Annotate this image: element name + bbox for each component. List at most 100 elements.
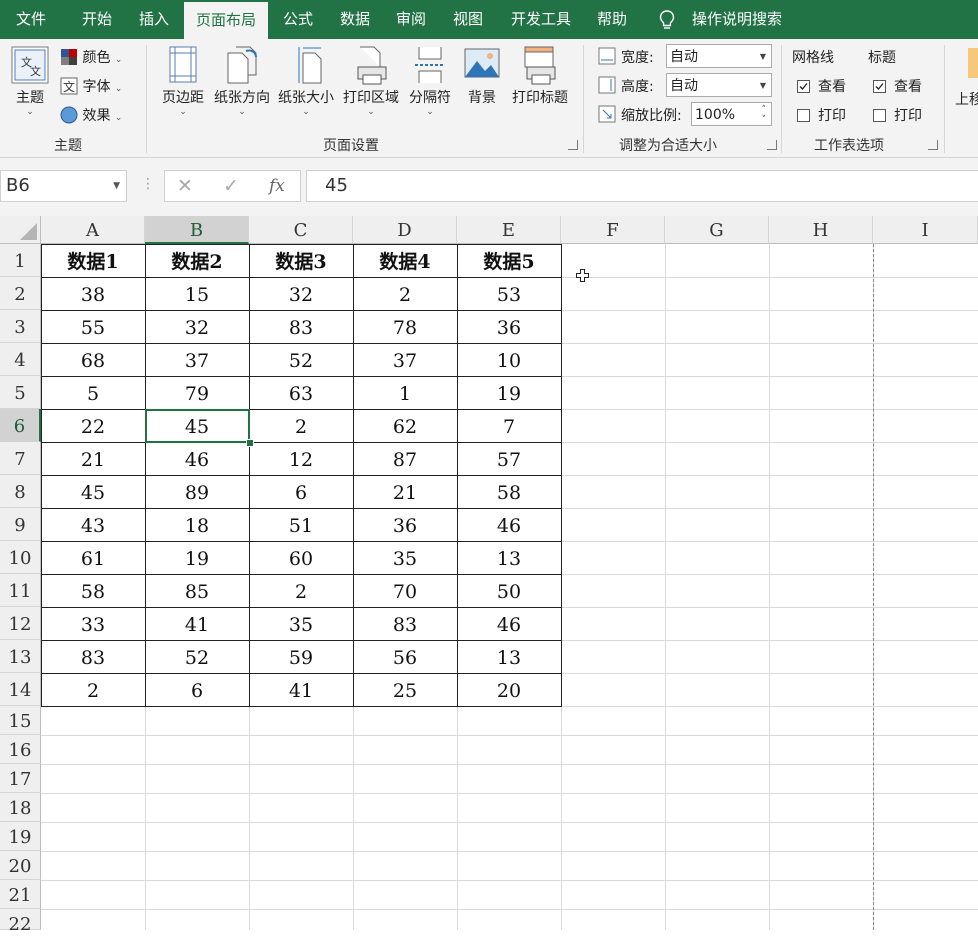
table-header-cell[interactable]: 数据1: [41, 244, 145, 277]
sheet-options-dialog-launcher[interactable]: [928, 140, 938, 150]
table-cell[interactable]: 61: [41, 541, 145, 574]
table-cell[interactable]: 51: [249, 508, 353, 541]
table-cell[interactable]: 83: [249, 310, 353, 343]
table-cell[interactable]: 21: [353, 475, 457, 508]
margins-button[interactable]: 页边距 ⌄: [158, 45, 208, 117]
breaks-button[interactable]: 分隔符 ⌄: [405, 45, 455, 117]
tab-data[interactable]: 数据: [329, 0, 381, 39]
row-header[interactable]: 10: [0, 541, 41, 574]
table-cell[interactable]: 6: [249, 475, 353, 508]
table-cell[interactable]: 53: [457, 277, 561, 310]
table-cell[interactable]: 60: [249, 541, 353, 574]
row-header[interactable]: 13: [0, 640, 41, 673]
table-cell[interactable]: 35: [249, 607, 353, 640]
headings-print-checkbox[interactable]: [873, 109, 886, 122]
tab-view[interactable]: 视图: [442, 0, 494, 39]
table-header-cell[interactable]: 数据3: [249, 244, 353, 277]
background-button[interactable]: 背景: [460, 45, 504, 107]
table-cell[interactable]: 50: [457, 574, 561, 607]
row-header[interactable]: 3: [0, 310, 41, 343]
row-header[interactable]: 4: [0, 343, 41, 376]
table-cell[interactable]: 46: [457, 607, 561, 640]
table-cell[interactable]: 12: [249, 442, 353, 475]
table-cell[interactable]: 2: [249, 409, 353, 442]
orientation-button[interactable]: 纸张方向 ⌄: [211, 45, 273, 117]
select-all-button[interactable]: [0, 216, 41, 244]
tab-review[interactable]: 审阅: [385, 0, 437, 39]
table-cell[interactable]: 68: [41, 343, 145, 376]
tab-file[interactable]: 文件: [0, 0, 62, 39]
table-cell[interactable]: 89: [145, 475, 249, 508]
formula-bar-grip[interactable]: ⋮: [141, 177, 155, 191]
tab-formulas[interactable]: 公式: [272, 0, 324, 39]
row-header[interactable]: 8: [0, 475, 41, 508]
themes-button[interactable]: 文 文 主题 ⌄: [6, 45, 54, 117]
table-cell[interactable]: 21: [41, 442, 145, 475]
table-cell[interactable]: 38: [41, 277, 145, 310]
row-header[interactable]: 6: [0, 409, 41, 442]
column-header[interactable]: E: [457, 216, 561, 244]
table-cell[interactable]: 15: [145, 277, 249, 310]
fill-handle[interactable]: [246, 439, 254, 447]
column-header[interactable]: D: [353, 216, 457, 244]
table-cell[interactable]: 18: [145, 508, 249, 541]
headings-view-checkbox[interactable]: [873, 80, 886, 93]
size-button[interactable]: 纸张大小 ⌄: [275, 45, 337, 117]
name-box[interactable]: B6 ▼: [0, 170, 127, 202]
tab-insert[interactable]: 插入: [127, 0, 181, 39]
tab-developer[interactable]: 开发工具: [500, 0, 582, 39]
height-dropdown[interactable]: 自动 ▼: [666, 73, 772, 97]
table-cell[interactable]: 41: [145, 607, 249, 640]
table-cell[interactable]: 13: [457, 541, 561, 574]
table-cell[interactable]: 46: [145, 442, 249, 475]
table-cell[interactable]: 85: [145, 574, 249, 607]
table-cell[interactable]: 7: [457, 409, 561, 442]
table-header-cell[interactable]: 数据2: [145, 244, 249, 277]
scale-spinner[interactable]: 100% ˄ ˅: [691, 102, 772, 126]
table-cell[interactable]: 36: [457, 310, 561, 343]
table-cell[interactable]: 2: [41, 673, 145, 706]
worksheet-grid[interactable]: ABCDEFGHI 1 2 3 4 5 6 7 8 9 10 11 12 13 14 15 16 17 18 19 2…: [0, 216, 978, 935]
table-cell[interactable]: 33: [41, 607, 145, 640]
table-cell[interactable]: 1: [353, 376, 457, 409]
table-cell[interactable]: 22: [41, 409, 145, 442]
column-header[interactable]: A: [41, 216, 145, 244]
table-cell[interactable]: 59: [249, 640, 353, 673]
table-cell[interactable]: 83: [353, 607, 457, 640]
table-cell[interactable]: 37: [145, 343, 249, 376]
table-cell[interactable]: 37: [353, 343, 457, 376]
table-cell[interactable]: 45: [41, 475, 145, 508]
column-header[interactable]: G: [665, 216, 769, 244]
row-header[interactable]: 11: [0, 574, 41, 607]
table-cell[interactable]: 56: [353, 640, 457, 673]
row-header[interactable]: 19: [0, 822, 41, 851]
table-cell[interactable]: 55: [41, 310, 145, 343]
spinner-arrows-icon[interactable]: ˄ ˅: [762, 105, 767, 125]
row-header[interactable]: 12: [0, 607, 41, 640]
colors-button[interactable]: 颜色 ⌄: [60, 47, 122, 67]
row-header[interactable]: 17: [0, 764, 41, 793]
dropdown-arrow-icon[interactable]: ▼: [113, 171, 120, 201]
tab-help[interactable]: 帮助: [586, 0, 638, 39]
table-cell[interactable]: 43: [41, 508, 145, 541]
tab-page-layout[interactable]: 页面布局: [184, 2, 268, 39]
table-cell[interactable]: 19: [145, 541, 249, 574]
table-cell[interactable]: 32: [249, 277, 353, 310]
row-header[interactable]: 5: [0, 376, 41, 409]
column-header[interactable]: F: [561, 216, 665, 244]
table-cell[interactable]: 63: [249, 376, 353, 409]
column-header[interactable]: B: [145, 216, 249, 244]
gridlines-print-checkbox[interactable]: [797, 109, 810, 122]
row-header[interactable]: 22: [0, 909, 41, 935]
scale-dialog-launcher[interactable]: [767, 140, 777, 150]
table-cell[interactable]: 58: [41, 574, 145, 607]
print-titles-button[interactable]: 打印标题: [507, 45, 573, 107]
table-cell[interactable]: 20: [457, 673, 561, 706]
table-cell[interactable]: 5: [41, 376, 145, 409]
tab-home[interactable]: 开始: [70, 0, 124, 39]
table-cell[interactable]: 87: [353, 442, 457, 475]
bring-forward-button[interactable]: 上移: [955, 89, 978, 109]
table-cell[interactable]: 52: [249, 343, 353, 376]
row-header[interactable]: 14: [0, 673, 41, 706]
enter-icon[interactable]: ✓: [223, 175, 239, 197]
